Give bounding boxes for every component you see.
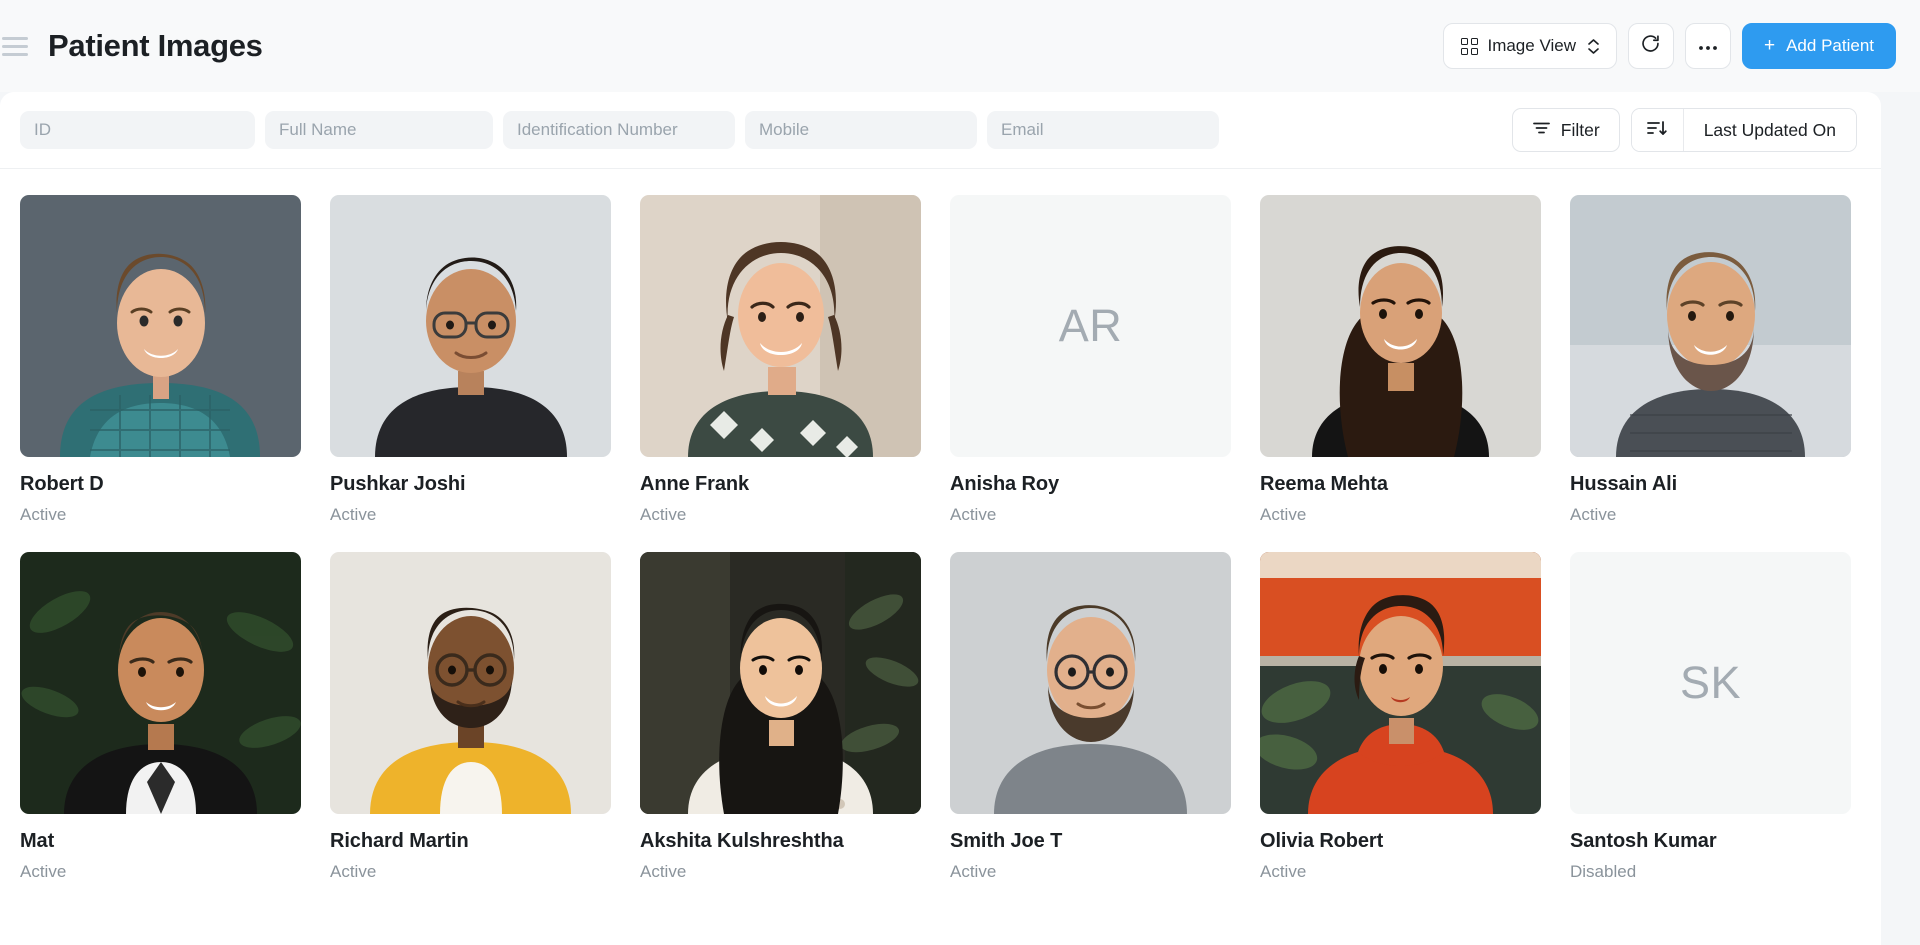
grid-icon — [1461, 37, 1479, 55]
patient-photo[interactable] — [1260, 552, 1541, 814]
patient-status: Disabled — [1570, 862, 1637, 881]
patient-card[interactable]: Pushkar Joshi Active — [330, 195, 611, 525]
patient-photo[interactable] — [640, 195, 921, 457]
patient-photo[interactable] — [950, 552, 1231, 814]
filter-icon — [1532, 120, 1551, 141]
patient-name: Pushkar Joshi — [330, 473, 466, 495]
patient-name: Anne Frank — [640, 473, 750, 495]
portrait-illustration — [1570, 195, 1851, 457]
patient-image-grid: Robert D Active Pushkar Joshi Active Ann… — [0, 169, 1881, 902]
patient-photo[interactable] — [640, 552, 921, 814]
sort-direction-button[interactable] — [1631, 109, 1684, 151]
plus-icon: + — [1763, 35, 1776, 56]
refresh-button[interactable] — [1627, 23, 1674, 69]
sort-descending-icon — [1646, 119, 1668, 142]
hamburger-line — [2, 44, 28, 48]
app-header: Patient Images Image View + Add Patient — [0, 0, 1920, 92]
patient-status: Active — [330, 862, 377, 881]
patient-photo[interactable] — [1260, 195, 1541, 457]
patient-photo[interactable] — [1570, 195, 1851, 457]
header-actions: Image View + Add Patient — [1443, 23, 1896, 69]
patient-card[interactable]: Richard Martin Active — [330, 552, 611, 882]
refresh-icon — [1640, 33, 1661, 59]
hamburger-line — [2, 52, 28, 56]
patient-status: Active — [640, 505, 687, 524]
patient-card[interactable]: Robert D Active — [20, 195, 301, 525]
patient-photo-placeholder[interactable]: AR — [950, 195, 1231, 457]
filter-bar: Filter Last Updated On — [0, 92, 1881, 169]
patient-card[interactable]: Reema Mehta Active — [1260, 195, 1541, 525]
patient-name: Mat — [20, 830, 55, 852]
avatar-initials: AR — [950, 195, 1231, 457]
header-left-group: Patient Images — [0, 28, 263, 64]
search-input-identification-number[interactable] — [503, 111, 735, 149]
portrait-illustration — [1260, 552, 1541, 814]
portrait-illustration — [950, 552, 1231, 814]
patient-card[interactable]: SK Santosh Kumar Disabled — [1570, 552, 1851, 882]
patient-status: Active — [1260, 505, 1307, 524]
content-panel: Filter Last Updated On — [0, 92, 1881, 945]
patient-status: Active — [640, 862, 687, 881]
sort-control: Last Updated On — [1630, 108, 1857, 152]
patient-card[interactable]: Akshita Kulshreshtha Active — [640, 552, 921, 882]
filter-label: Filter — [1560, 119, 1600, 140]
search-input-mobile[interactable] — [745, 111, 977, 149]
portrait-illustration — [20, 195, 301, 457]
patient-card[interactable]: Anne Frank Active — [640, 195, 921, 525]
portrait-illustration — [640, 552, 921, 814]
chevron-updown-icon — [1588, 38, 1599, 54]
image-view-selector[interactable]: Image View — [1443, 23, 1617, 69]
patient-name: Santosh Kumar — [1570, 830, 1717, 852]
hamburger-icon[interactable] — [0, 31, 30, 61]
patient-photo[interactable] — [20, 195, 301, 457]
patient-name: Reema Mehta — [1260, 473, 1388, 495]
ellipsis-icon — [1698, 36, 1718, 56]
patient-name: Richard Martin — [330, 830, 469, 852]
portrait-illustration — [330, 552, 611, 814]
avatar-initials: SK — [1570, 552, 1851, 814]
patient-card[interactable]: Hussain Ali Active — [1570, 195, 1851, 525]
portrait-illustration — [1260, 195, 1541, 457]
search-input-id[interactable] — [20, 111, 255, 149]
patient-photo[interactable] — [20, 552, 301, 814]
patient-card[interactable]: Mat Active — [20, 552, 301, 882]
patient-name: Akshita Kulshreshtha — [640, 830, 844, 852]
patient-name: Olivia Robert — [1260, 830, 1384, 852]
patient-photo-placeholder[interactable]: SK — [1570, 552, 1851, 814]
patient-status: Active — [1260, 862, 1307, 881]
patient-photo[interactable] — [330, 552, 611, 814]
patient-name: Hussain Ali — [1570, 473, 1678, 495]
hamburger-line — [2, 36, 28, 40]
patient-name: Smith Joe T — [950, 830, 1063, 852]
filter-button[interactable]: Filter — [1511, 108, 1620, 152]
sort-field-button[interactable]: Last Updated On — [1683, 109, 1856, 151]
patient-name: Anisha Roy — [950, 473, 1060, 495]
add-patient-label: Add Patient — [1786, 36, 1874, 55]
patient-card[interactable]: Smith Joe T Active — [950, 552, 1231, 882]
patient-card[interactable]: Olivia Robert Active — [1260, 552, 1541, 882]
page-title: Patient Images — [48, 28, 263, 63]
patient-status: Active — [950, 862, 997, 881]
more-options-button[interactable] — [1684, 23, 1731, 69]
patient-name: Robert D — [20, 473, 104, 495]
search-input-full-name[interactable] — [265, 111, 493, 149]
patient-status: Active — [20, 505, 67, 524]
portrait-illustration — [330, 195, 611, 457]
filter-actions: Filter Last Updated On — [1511, 108, 1857, 152]
patient-status: Active — [20, 862, 67, 881]
patient-photo[interactable] — [330, 195, 611, 457]
add-patient-button[interactable]: + Add Patient — [1741, 23, 1896, 69]
portrait-illustration — [20, 552, 301, 814]
patient-status: Active — [950, 505, 997, 524]
patient-status: Active — [330, 505, 377, 524]
image-view-label: Image View — [1487, 36, 1576, 55]
search-input-email[interactable] — [987, 111, 1219, 149]
patient-card[interactable]: AR Anisha Roy Active — [950, 195, 1231, 525]
portrait-illustration — [640, 195, 921, 457]
patient-status: Active — [1570, 505, 1617, 524]
